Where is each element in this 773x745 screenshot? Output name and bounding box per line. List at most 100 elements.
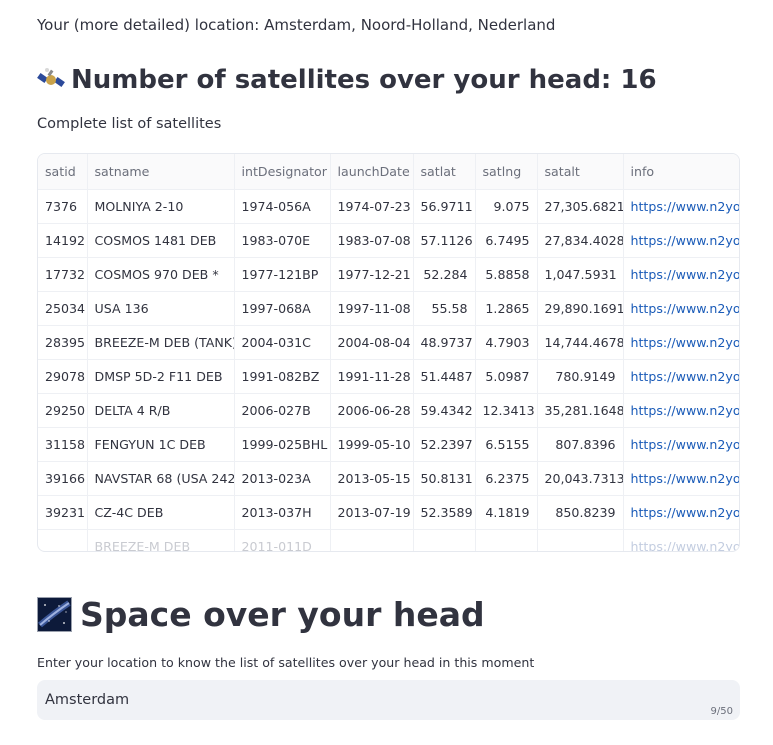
- cell-launchdate[interactable]: 2013-07-19: [330, 495, 414, 530]
- cell-satlng[interactable]: 12.3413: [475, 393, 538, 428]
- cell-intdesignator[interactable]: 1991-082BZ: [234, 359, 331, 394]
- satellites-heading: Number of satellites over your head: 16: [37, 60, 657, 100]
- column-header[interactable]: info: [623, 154, 739, 190]
- cell-intdesignator[interactable]: 1977-121BP: [234, 257, 331, 292]
- cell-satlng[interactable]: [475, 529, 538, 551]
- cell-satlng[interactable]: 4.7903: [475, 325, 538, 360]
- cell-satid[interactable]: 25034: [38, 291, 88, 326]
- cell-satlng[interactable]: 5.0987: [475, 359, 538, 394]
- cell-info-link[interactable]: https://www.n2yo.: [623, 257, 739, 292]
- cell-satalt[interactable]: 780.9149: [537, 359, 624, 394]
- cell-satlng[interactable]: 6.5155: [475, 427, 538, 462]
- cell-satname[interactable]: NAVSTAR 68 (USA 242): [87, 461, 235, 496]
- cell-launchdate[interactable]: 2013-05-15: [330, 461, 414, 496]
- cell-satlng[interactable]: 9.075: [475, 189, 538, 224]
- cell-satlat[interactable]: 55.58: [413, 291, 476, 326]
- cell-intdesignator[interactable]: 1999-025BHL: [234, 427, 331, 462]
- cell-satname[interactable]: COSMOS 1481 DEB: [87, 223, 235, 258]
- cell-satlat[interactable]: 59.4342: [413, 393, 476, 428]
- cell-satlng[interactable]: 6.2375: [475, 461, 538, 496]
- cell-launchdate[interactable]: 2004-08-04: [330, 325, 414, 360]
- cell-satid[interactable]: 7376: [38, 189, 88, 224]
- cell-launchdate[interactable]: 1977-12-21: [330, 257, 414, 292]
- cell-intdesignator[interactable]: 2004-031C: [234, 325, 331, 360]
- column-header[interactable]: intDesignator: [234, 154, 331, 190]
- cell-satalt[interactable]: 807.8396: [537, 427, 624, 462]
- cell-satlng[interactable]: 6.7495: [475, 223, 538, 258]
- cell-satname[interactable]: MOLNIYA 2-10: [87, 189, 235, 224]
- cell-info-link[interactable]: https://www.n2yo.: [623, 359, 739, 394]
- cell-info-link[interactable]: https://www.n2yo.: [623, 223, 739, 258]
- cell-launchdate[interactable]: 1999-05-10: [330, 427, 414, 462]
- cell-intdesignator[interactable]: 2013-037H: [234, 495, 331, 530]
- cell-intdesignator[interactable]: 1997-068A: [234, 291, 331, 326]
- cell-intdesignator[interactable]: 1983-070E: [234, 223, 331, 258]
- cell-satalt[interactable]: 35,281.1648: [537, 393, 624, 428]
- cell-satid[interactable]: 28395: [38, 325, 88, 360]
- cell-intdesignator[interactable]: 2006-027B: [234, 393, 331, 428]
- column-header[interactable]: satalt: [537, 154, 624, 190]
- table-header-row: satid satname intDesignator launchDate s…: [38, 154, 739, 190]
- cell-launchdate[interactable]: 2006-06-28: [330, 393, 414, 428]
- cell-info-link[interactable]: https://www.n2yo.: [623, 189, 739, 224]
- cell-satlat[interactable]: 52.284: [413, 257, 476, 292]
- cell-satname[interactable]: CZ-4C DEB: [87, 495, 235, 530]
- cell-info-link[interactable]: https://www.n2yo.: [623, 393, 739, 428]
- cell-satalt[interactable]: 20,043.7313: [537, 461, 624, 496]
- cell-satalt[interactable]: 850.8239: [537, 495, 624, 530]
- cell-info-link[interactable]: https://www.n2yo.: [623, 461, 739, 496]
- cell-launchdate[interactable]: 1983-07-08: [330, 223, 414, 258]
- cell-satname[interactable]: DELTA 4 R/B: [87, 393, 235, 428]
- cell-satlat[interactable]: 57.1126: [413, 223, 476, 258]
- cell-satalt[interactable]: 27,834.4028: [537, 223, 624, 258]
- cell-satlng[interactable]: 4.1819: [475, 495, 538, 530]
- cell-launchdate[interactable]: 1991-11-28: [330, 359, 414, 394]
- cell-satname[interactable]: DMSP 5D-2 F11 DEB: [87, 359, 235, 394]
- cell-satlat[interactable]: 56.9711: [413, 189, 476, 224]
- cell-satlat[interactable]: 50.8131: [413, 461, 476, 496]
- cell-satalt[interactable]: 14,744.4678: [537, 325, 624, 360]
- cell-satlat[interactable]: [413, 529, 476, 551]
- cell-satid[interactable]: 39166: [38, 461, 88, 496]
- cell-satid[interactable]: 17732: [38, 257, 88, 292]
- cell-satlat[interactable]: 52.3589: [413, 495, 476, 530]
- cell-satlng[interactable]: 5.8858: [475, 257, 538, 292]
- cell-satid[interactable]: 39231: [38, 495, 88, 530]
- location-input[interactable]: [37, 680, 693, 720]
- cell-intdesignator[interactable]: 2013-023A: [234, 461, 331, 496]
- cell-satlat[interactable]: 52.2397: [413, 427, 476, 462]
- cell-intdesignator[interactable]: 1974-056A: [234, 189, 331, 224]
- cell-satid[interactable]: 29250: [38, 393, 88, 428]
- column-header[interactable]: satlng: [475, 154, 538, 190]
- cell-satlng[interactable]: 1.2865: [475, 291, 538, 326]
- cell-intdesignator[interactable]: 2011-011D: [234, 529, 331, 551]
- cell-info-link[interactable]: https://www.n2yo.: [623, 495, 739, 530]
- cell-satid[interactable]: 14192: [38, 223, 88, 258]
- cell-satname[interactable]: BREEZE-M DEB: [87, 529, 235, 551]
- column-header[interactable]: satlat: [413, 154, 476, 190]
- cell-info-link[interactable]: https://www.n2yo.: [623, 291, 739, 326]
- cell-launchdate[interactable]: [330, 529, 414, 551]
- cell-launchdate[interactable]: 1974-07-23: [330, 189, 414, 224]
- cell-launchdate[interactable]: 1997-11-08: [330, 291, 414, 326]
- cell-satalt[interactable]: 29,890.1691: [537, 291, 624, 326]
- cell-satalt[interactable]: 27,305.6821: [537, 189, 624, 224]
- cell-satid[interactable]: [38, 529, 88, 551]
- cell-satlat[interactable]: 51.4487: [413, 359, 476, 394]
- cell-satname[interactable]: USA 136: [87, 291, 235, 326]
- column-header[interactable]: satname: [87, 154, 235, 190]
- column-header[interactable]: satid: [38, 154, 88, 190]
- cell-info-link[interactable]: https://www.n2yo.: [623, 529, 739, 551]
- cell-satname[interactable]: COSMOS 970 DEB *: [87, 257, 235, 292]
- cell-satalt[interactable]: [537, 529, 624, 551]
- cell-satid[interactable]: 29078: [38, 359, 88, 394]
- cell-info-link[interactable]: https://www.n2yo.: [623, 325, 739, 360]
- cell-satname[interactable]: FENGYUN 1C DEB: [87, 427, 235, 462]
- column-header[interactable]: launchDate: [330, 154, 414, 190]
- cell-satalt[interactable]: 1,047.5931: [537, 257, 624, 292]
- cell-satid[interactable]: 31158: [38, 427, 88, 462]
- satellites-table[interactable]: satid satname intDesignator launchDate s…: [37, 153, 740, 552]
- cell-info-link[interactable]: https://www.n2yo.: [623, 427, 739, 462]
- cell-satname[interactable]: BREEZE-M DEB (TANK): [87, 325, 235, 360]
- cell-satlat[interactable]: 48.9737: [413, 325, 476, 360]
